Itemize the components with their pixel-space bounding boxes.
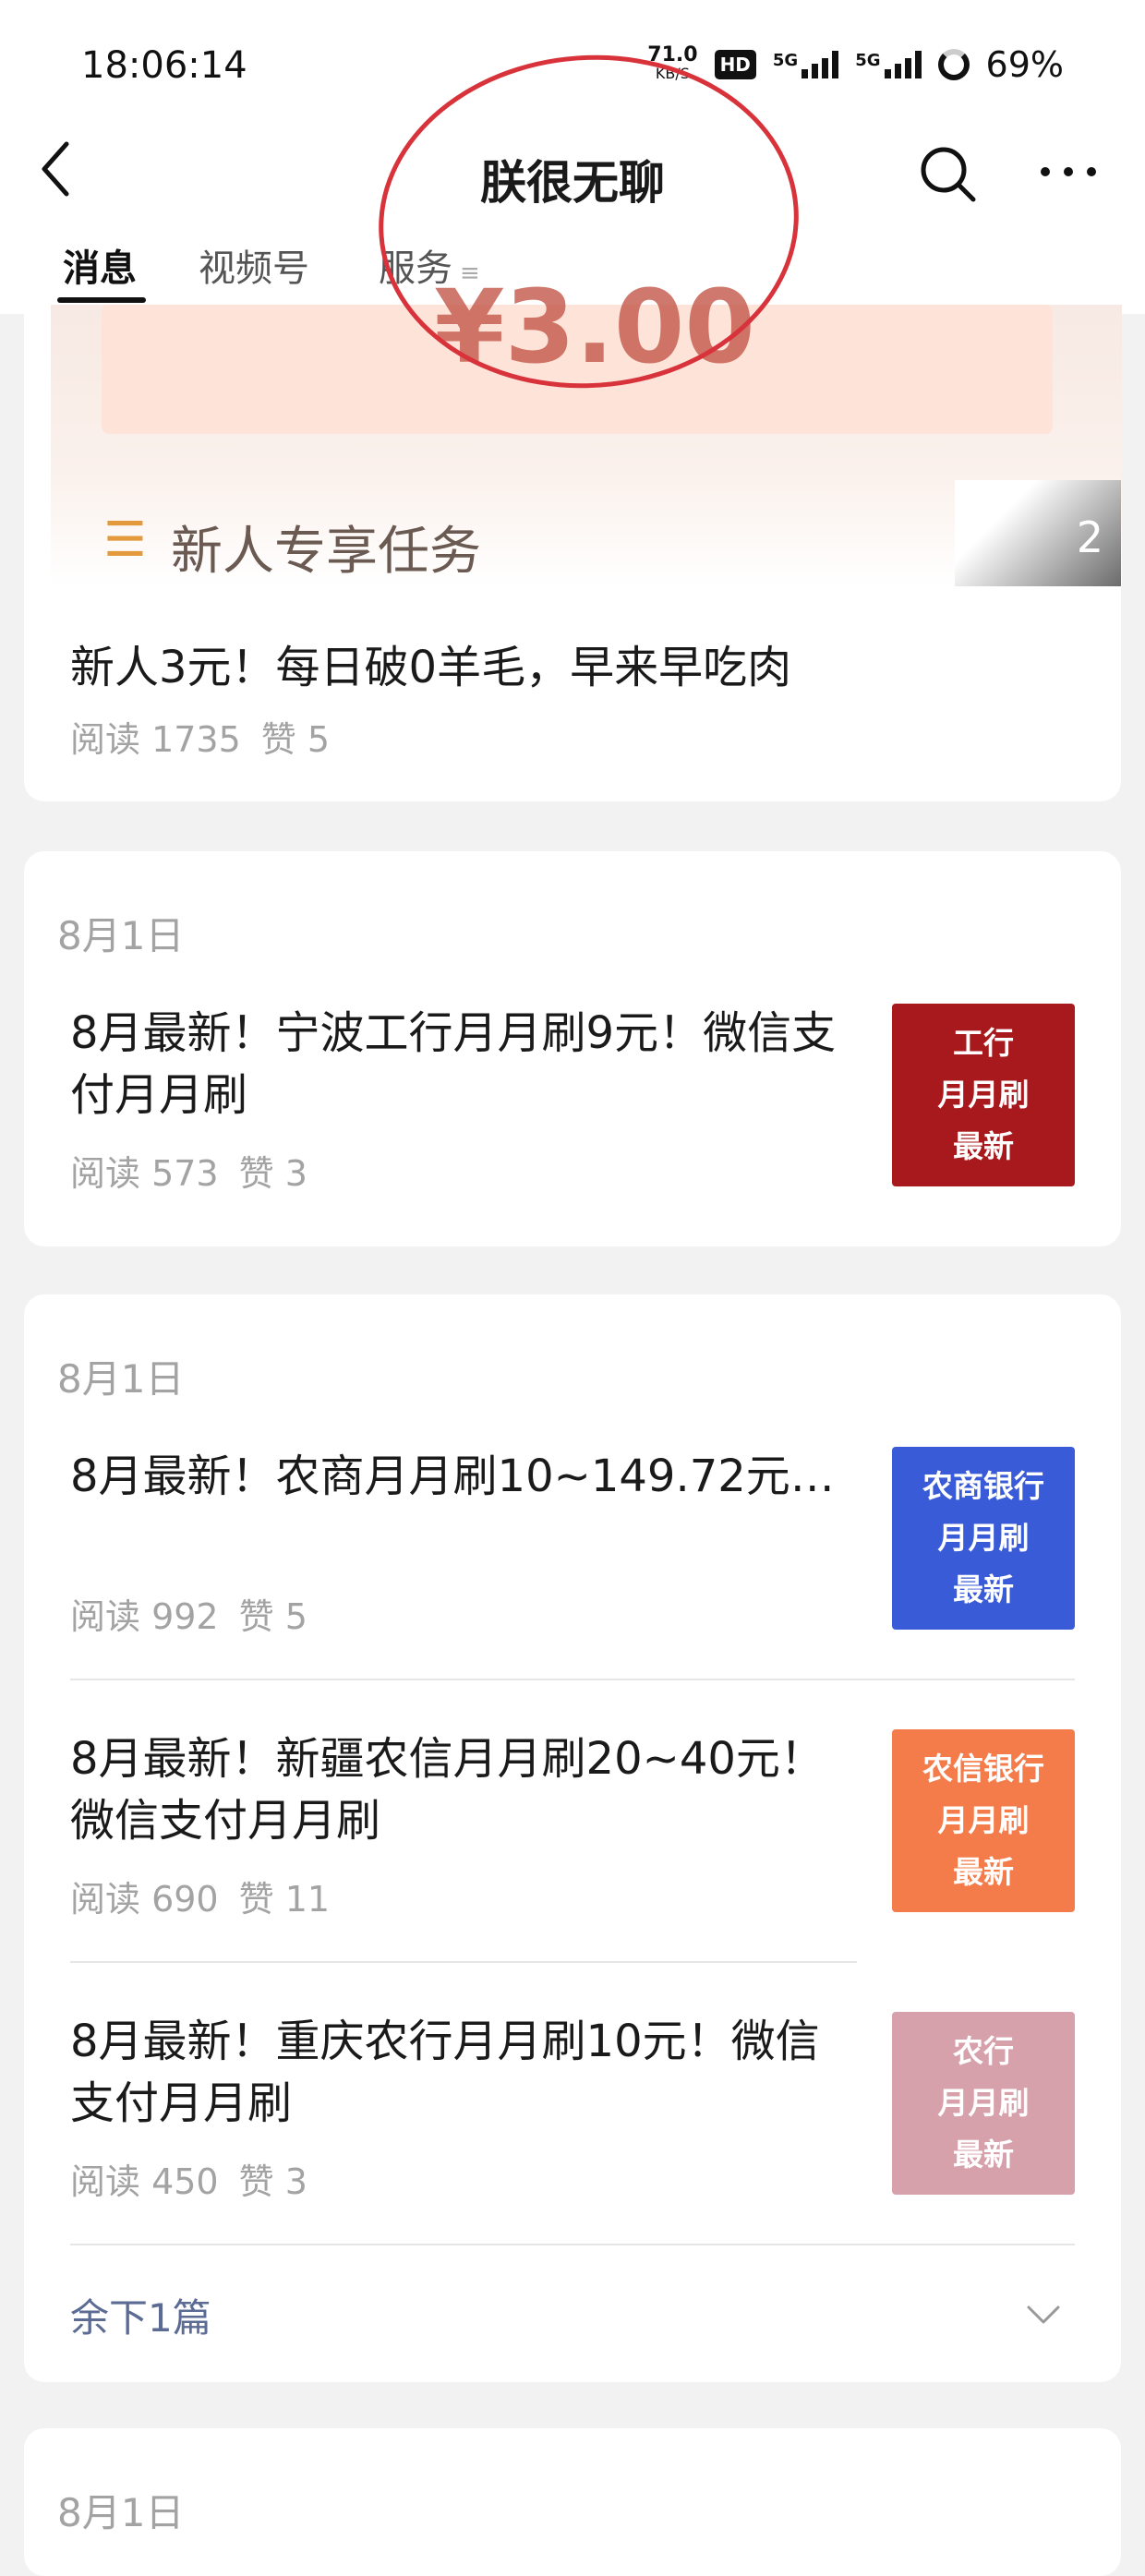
- thumb-line: 农信银行: [922, 1751, 1044, 1787]
- thumb-line: 最新: [953, 1571, 1014, 1607]
- divider: [70, 1961, 857, 1963]
- show-more-link[interactable]: 余下1篇: [70, 2287, 211, 2343]
- article-title[interactable]: 8月最新！新疆农信月月刷20~40元！微信支付月月刷: [70, 1728, 846, 1852]
- thumb-line: 最新: [953, 1854, 1014, 1890]
- chevron-down-icon[interactable]: [1025, 2304, 1062, 2328]
- post-date: 8月1日: [57, 1356, 185, 1402]
- article-meta: 阅读 1735 赞 5: [70, 711, 350, 762]
- thumb-line: 月月刷: [937, 1520, 1030, 1556]
- like-count: 赞 11: [238, 1879, 331, 1920]
- battery-level: 69%: [985, 44, 1064, 85]
- thumb-line: 月月刷: [937, 2085, 1030, 2121]
- article-meta: 阅读 450 赞 3: [70, 2153, 328, 2204]
- cover-page-indicator: 2: [1076, 512, 1103, 562]
- article-thumbnail[interactable]: 农行 月月刷 最新: [892, 2012, 1075, 2195]
- read-count: 阅读 690: [70, 1879, 219, 1920]
- article-meta: 阅读 573 赞 3: [70, 1145, 328, 1196]
- like-count: 赞 5: [260, 719, 331, 760]
- read-count: 阅读 1735: [70, 719, 241, 760]
- post-date: 8月1日: [57, 913, 185, 958]
- article-title[interactable]: 8月最新！重庆农行月月刷10元！微信支付月月刷: [70, 2011, 846, 2135]
- article-title[interactable]: 新人3元！每日破0羊毛，早来早吃肉: [70, 637, 1086, 699]
- read-count: 阅读 450: [70, 2161, 219, 2202]
- feed-card[interactable]: [24, 2428, 1121, 2576]
- signal-label-sim2: 5G: [855, 51, 881, 70]
- like-count: 赞 3: [238, 2161, 307, 2202]
- list-icon: ☰: [103, 512, 147, 568]
- article-thumbnail[interactable]: 农商银行 月月刷 最新: [892, 1447, 1075, 1630]
- tab-channels[interactable]: 视频号: [199, 238, 309, 292]
- thumb-line: 农商银行: [922, 1468, 1044, 1504]
- thumb-line: 工行: [953, 1025, 1014, 1061]
- article-meta: 阅读 690 赞 11: [70, 1871, 350, 1921]
- signal-icon-sim2: 5G: [855, 51, 922, 78]
- signal-label-sim1: 5G: [772, 51, 799, 70]
- thumb-line: 最新: [953, 1128, 1014, 1164]
- status-icons: 71.0 KB/S HD 5G 5G 69%: [647, 44, 1064, 85]
- battery-icon: [937, 49, 970, 80]
- tab-messages[interactable]: 消息: [63, 238, 137, 292]
- tab-active-indicator: [57, 297, 146, 303]
- like-count: 赞 3: [238, 1153, 307, 1194]
- article-title[interactable]: 8月最新！农商月月刷10~149.72元！微信支付月月刷集合(东莞、…: [70, 1446, 846, 1508]
- read-count: 阅读 573: [70, 1153, 219, 1194]
- cover-label: 新人专享任务: [171, 522, 481, 582]
- article-title[interactable]: 8月最新！宁波工行月月刷9元！微信支付月月刷: [70, 1003, 846, 1126]
- signal-icon-sim1: 5G: [772, 51, 839, 78]
- thumb-line: 月月刷: [937, 1077, 1030, 1113]
- like-count: 赞 5: [238, 1596, 307, 1637]
- search-icon[interactable]: [918, 144, 979, 205]
- more-icon[interactable]: [1038, 163, 1099, 181]
- thumb-line: 月月刷: [937, 1802, 1030, 1838]
- article-meta: 阅读 992 赞 5: [70, 1588, 328, 1639]
- thumb-line: 最新: [953, 2137, 1014, 2173]
- divider: [70, 2244, 1075, 2245]
- post-date: 8月1日: [57, 2490, 185, 2535]
- article-thumbnail[interactable]: 工行 月月刷 最新: [892, 1004, 1075, 1186]
- divider: [70, 1679, 1075, 1680]
- article-thumbnail[interactable]: 农信银行 月月刷 最新: [892, 1729, 1075, 1912]
- status-time: 18:06:14: [81, 44, 247, 87]
- hd-icon: HD: [714, 50, 756, 79]
- thumb-line: 农行: [953, 2033, 1014, 2069]
- read-count: 阅读 992: [70, 1596, 219, 1637]
